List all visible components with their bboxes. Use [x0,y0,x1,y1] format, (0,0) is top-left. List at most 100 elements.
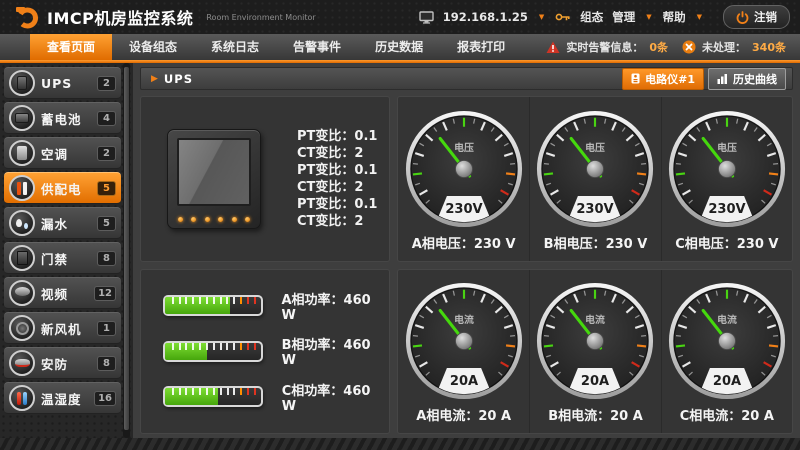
gauge-caption: A相电压：230 V [412,233,516,252]
logo-icon [14,4,40,30]
app-window: IMCP机房监控系统 Room Environment Monitor 192.… [0,0,800,450]
device-count-badge: 12 [94,286,116,301]
app-subtitle: Room Environment Monitor [206,13,315,22]
breadcrumb-arrow-icon: ▶ [151,74,158,84]
key-icon [555,11,571,23]
footer-texture [0,438,800,450]
alert-label: 实时告警信息： [566,39,643,55]
gauge-caption: C相电流：20 A [680,405,774,424]
sidebar-item-漏水[interactable]: 漏水5 [4,207,121,239]
menu-manage[interactable]: 管理 [612,9,635,25]
unhandled-label: 未处理： [702,39,746,55]
leak-icon [9,210,35,236]
device-count-badge: 16 [94,391,116,406]
nav-tab[interactable]: 告警事件 [276,34,358,60]
power-bar [163,341,263,362]
breadcrumb: UPS [164,72,193,86]
svg-text:20A: 20A [450,374,479,389]
device-count-badge: 5 [97,181,116,196]
sidebar-item-安防[interactable]: 安防8 [4,347,121,379]
sidebar-item-label: 门禁 [41,249,97,268]
meter-device-image [167,129,261,229]
gauge-caption: C相电压：230 V [675,233,778,252]
camera-icon [9,280,35,306]
manage-caret-icon[interactable]: ▼ [646,13,651,21]
gauge-caption: A相电流：20 A [416,405,511,424]
sidebar-item-视频[interactable]: 视频12 [4,277,121,309]
header-toolbar: 192.168.1.25 ▼ 组态 管理 ▼ 帮助 ▼ 注销 [419,5,790,29]
nav-tabs: 查看页面设备组态系统日志告警事件历史数据报表打印 [30,34,522,60]
bar-chart-icon [717,73,728,84]
svg-text:230V: 230V [577,202,615,217]
svg-text:电压: 电压 [454,141,474,154]
current-gauge: 电流 20A A相电流：20 A [398,270,529,434]
gauge-dial: 电流20A [664,278,790,404]
warning-icon [546,41,560,54]
current-gauge: 电流20AB相电流：20 A [529,270,660,434]
circuit-meter-button[interactable]: 电路仪#1 [622,68,704,90]
voltage-gauge: 电压230VB相电压：230 V [529,97,660,261]
svg-text:电流: 电流 [454,313,474,326]
power-bar [163,295,263,316]
gauge-dial: 电流20A [532,278,658,404]
sidebar-item-label: 温湿度 [41,389,94,408]
ip-address[interactable]: 192.168.1.25 [443,10,528,24]
device-count-badge: 5 [97,216,116,231]
logout-button[interactable]: 注销 [723,5,790,29]
alert-status: 实时告警信息： 0条 未处理： 340条 [546,34,800,60]
unhandled-count: 340条 [752,39,786,55]
ratio-line: PT变比：0.1 [297,196,377,213]
device-count-badge: 2 [97,146,116,161]
sidebar-item-温湿度[interactable]: 温湿度16 [4,382,121,414]
current-gauge: 电流20AC相电流：20 A [661,270,792,434]
nav-tab[interactable]: 历史数据 [358,34,440,60]
sidebar-item-label: 视频 [41,284,94,303]
sidebar-item-蓄电池[interactable]: 蓄电池4 [4,102,121,134]
voltage-gauge-panel: 电压 230V A相电压：230 V 电压230VB相电压：230 V 电压 230V C相… [397,96,793,262]
sidebar-item-label: 蓄电池 [41,109,97,128]
door-access-icon [9,245,35,271]
svg-text:电压: 电压 [717,141,737,154]
ratio-line: CT变比：2 [297,179,377,196]
svg-text:230V: 230V [445,202,483,217]
nav-tab[interactable]: 查看页面 [30,34,112,60]
sidebar-item-label: 安防 [41,354,97,373]
nav-tab[interactable]: 系统日志 [194,34,276,60]
svg-text:230V: 230V [708,202,746,217]
voltage-gauge: 电压 230V A相电压：230 V [398,97,529,261]
app-title: IMCP机房监控系统 [47,5,193,29]
nav-tab[interactable]: 报表打印 [440,34,522,60]
ip-caret-icon[interactable]: ▼ [539,13,544,21]
gauge-dial: 电压 230V [401,106,527,232]
meter-icon [631,73,640,84]
ratio-line: PT变比：0.1 [297,128,377,145]
power-icon [736,11,749,24]
help-caret-icon[interactable]: ▼ [697,13,702,21]
scrollbar-thumb[interactable] [124,67,129,430]
sidebar-item-门禁[interactable]: 门禁8 [4,242,121,274]
sidebar-scrollbar[interactable] [123,63,130,438]
history-curve-label: 历史曲线 [733,71,777,87]
alert-count: 0条 [649,39,668,55]
monitor-icon [419,11,434,24]
gauge-caption: B相电流：20 A [548,405,643,424]
sidebar-item-UPS[interactable]: UPS2 [4,67,121,99]
device-count-badge: 2 [97,76,116,91]
sidebar-item-空调[interactable]: 空调2 [4,137,121,169]
sidebar: UPS2蓄电池4空调2供配电5漏水5门禁8视频12新风机1安防8温湿度16 [0,63,133,438]
power-bar-panel: A相功率：460 WB相功率：460 WC相功率：460 W [140,269,390,435]
logout-label: 注销 [754,9,777,25]
header: IMCP机房监控系统 Room Environment Monitor 192.… [0,0,800,34]
menu-help[interactable]: 帮助 [663,9,686,25]
history-curve-button[interactable]: 历史曲线 [708,68,786,90]
ratio-line: PT变比：0.1 [297,162,377,179]
fan-icon [9,315,35,341]
sidebar-item-label: UPS [41,76,97,91]
breadcrumb-bar: ▶ UPS 电路仪#1 历史曲线 [140,67,793,90]
power-bar [163,386,263,407]
menu-config[interactable]: 组态 [580,9,603,25]
sidebar-item-供配电[interactable]: 供配电5 [4,172,121,204]
sidebar-item-新风机[interactable]: 新风机1 [4,312,121,344]
main-area: ▶ UPS 电路仪#1 历史曲线 [133,63,800,438]
nav-tab[interactable]: 设备组态 [112,34,194,60]
